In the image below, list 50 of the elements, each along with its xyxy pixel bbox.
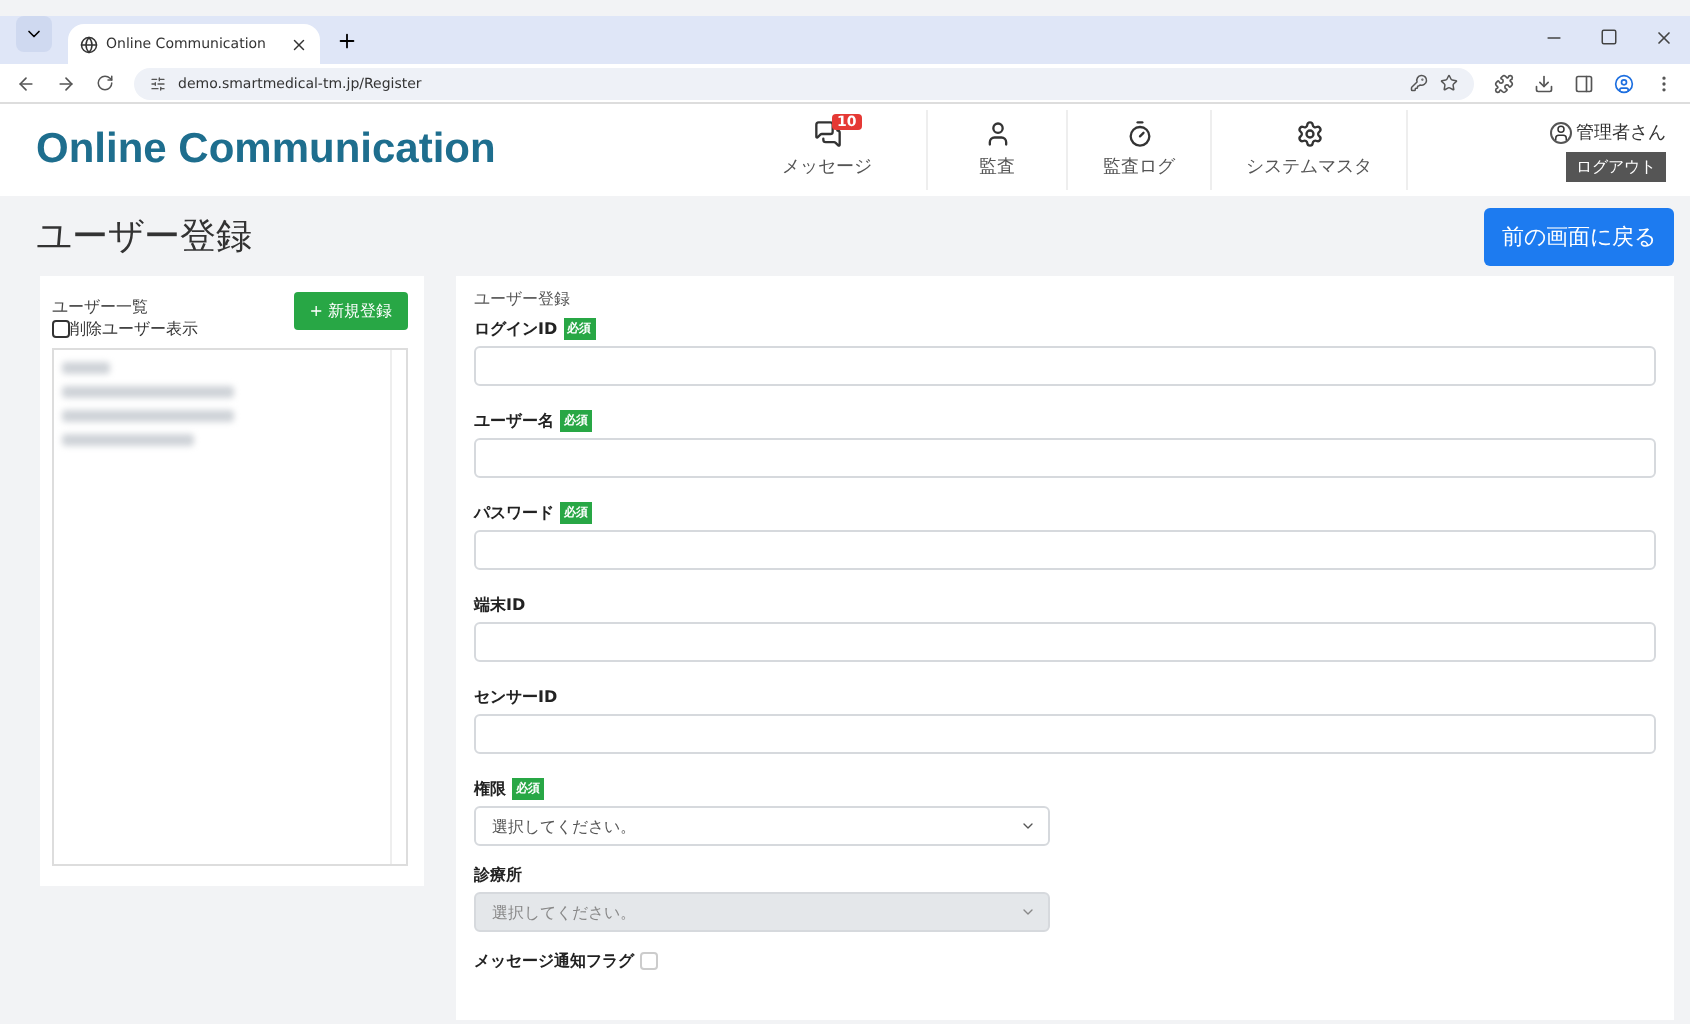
field-label: センサーID <box>474 686 558 708</box>
close-icon[interactable] <box>290 35 308 53</box>
back-button[interactable]: 前の画面に戻る <box>1484 207 1674 265</box>
field-label: パスワード <box>474 502 554 524</box>
site-icon <box>80 35 98 53</box>
nav-item[interactable]: 監査 <box>928 110 1068 190</box>
chat-icon <box>813 120 841 148</box>
nav-item[interactable]: システムマスタ <box>1212 110 1408 190</box>
forward-icon[interactable] <box>56 73 76 93</box>
chevron-down-icon <box>1020 904 1036 920</box>
profile-icon[interactable] <box>1614 73 1634 93</box>
field-label: 権限 <box>474 778 506 800</box>
page-title: ユーザー登録 <box>36 214 252 260</box>
select-field[interactable]: 選択してください。 <box>474 806 1050 846</box>
download-icon[interactable] <box>1534 73 1554 93</box>
star-icon[interactable] <box>1440 74 1458 92</box>
chevron-down-icon <box>1020 818 1036 834</box>
field-label: メッセージ通知フラグ <box>474 950 634 972</box>
input-field[interactable] <box>474 530 1656 570</box>
back-icon[interactable] <box>16 73 36 93</box>
field-label: 端末ID <box>474 594 526 616</box>
logout-button[interactable]: ログアウト <box>1566 151 1666 181</box>
key-icon[interactable] <box>1410 74 1428 92</box>
checkbox[interactable] <box>52 320 70 338</box>
checkbox-label: 削除ユーザー表示 <box>70 318 198 340</box>
list-title: ユーザー一覧 <box>52 296 148 318</box>
field-label: ログインID <box>474 318 558 340</box>
close-icon[interactable] <box>1654 28 1674 48</box>
settings-icon <box>1295 120 1323 148</box>
user-name: 管理者さん <box>1576 121 1666 145</box>
input-field[interactable] <box>474 622 1656 662</box>
site-settings-icon[interactable] <box>150 75 166 91</box>
field-label: ユーザー名 <box>474 410 554 432</box>
user-icon <box>1550 121 1572 143</box>
extensions-icon[interactable] <box>1494 73 1514 93</box>
blurred-entry <box>62 434 194 446</box>
reload-icon[interactable] <box>96 74 114 92</box>
person-icon <box>983 120 1011 148</box>
input-field[interactable] <box>474 346 1656 386</box>
new-tab-icon[interactable] <box>336 30 358 52</box>
stopwatch-icon <box>1125 120 1153 148</box>
blurred-entry <box>62 362 110 374</box>
side-panel-icon[interactable] <box>1574 73 1594 93</box>
input-field[interactable] <box>474 438 1656 478</box>
brand-title: Online Communication <box>36 126 498 174</box>
maximize-icon[interactable] <box>1600 28 1618 46</box>
form-title: ユーザー登録 <box>474 288 572 310</box>
field-label: 診療所 <box>474 864 522 886</box>
nav-item[interactable]: 監査ログ <box>1068 110 1212 190</box>
input-field[interactable] <box>474 714 1656 754</box>
